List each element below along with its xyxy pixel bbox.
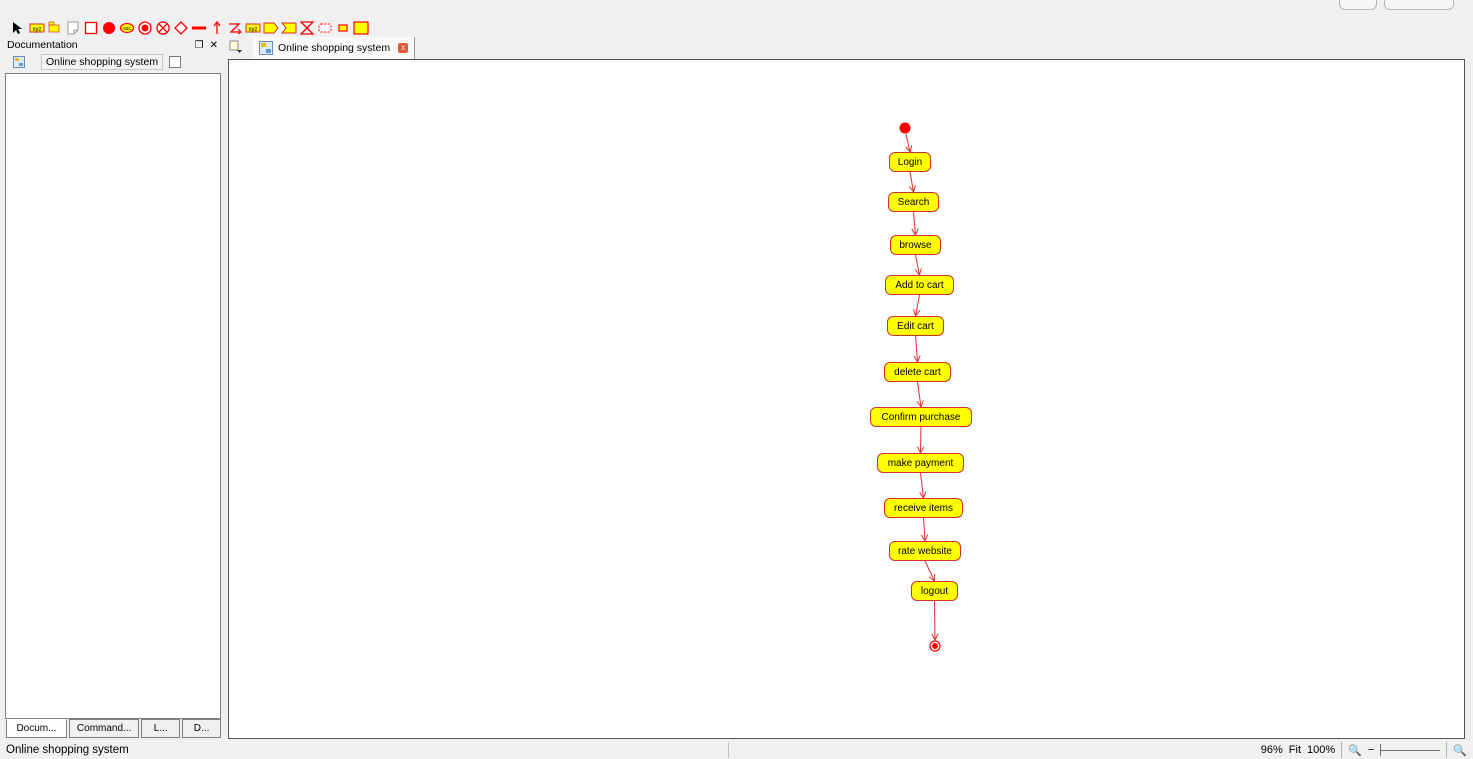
window-top-strip xyxy=(0,0,1473,18)
status-text: Online shopping system xyxy=(6,744,129,756)
panel-bottom-tabs: Docum... Command... L... D... xyxy=(5,719,221,738)
tab-label: Online shopping system xyxy=(278,42,391,54)
documentation-panel-header: Documentation ❐ ✕ xyxy=(5,37,221,53)
control-flow-edge[interactable] xyxy=(916,381,924,409)
control-flow-edge[interactable] xyxy=(913,294,921,318)
action-node[interactable]: receive items xyxy=(884,498,963,518)
control-flow-edge[interactable] xyxy=(913,335,921,364)
action-node[interactable]: rate website xyxy=(889,541,961,561)
label-xyz-icon[interactable]: xyz xyxy=(29,21,45,35)
zoom-in-icon[interactable]: 🔍 xyxy=(1453,744,1467,757)
action-node[interactable]: Search xyxy=(888,192,939,212)
control-flow-edge[interactable] xyxy=(908,171,917,194)
zoom-controls: 96% Fit 100% 🔍 − 🔍 xyxy=(1261,741,1473,759)
svg-text:xyz: xyz xyxy=(249,27,258,33)
action-node[interactable]: browse xyxy=(890,235,941,255)
diagram-edges xyxy=(899,122,941,652)
diagram-icon xyxy=(13,56,25,68)
pin-icon[interactable] xyxy=(336,21,350,35)
zoom-slider[interactable] xyxy=(1380,744,1441,756)
flow-final-icon[interactable] xyxy=(156,20,170,35)
tab-menu-button[interactable] xyxy=(227,38,245,56)
control-flow-edge[interactable] xyxy=(911,211,919,237)
note-icon[interactable] xyxy=(66,21,80,35)
svg-text:xyz: xyz xyxy=(33,27,42,33)
zoom-minus-icon[interactable]: − xyxy=(1368,744,1374,756)
tab-command[interactable]: Command... xyxy=(68,719,140,738)
action-node[interactable]: logout xyxy=(911,581,958,601)
send-signal-icon[interactable] xyxy=(263,21,279,35)
fork-bar-icon[interactable] xyxy=(192,21,206,35)
tab-l[interactable]: L... xyxy=(141,719,181,738)
initial-node[interactable] xyxy=(899,122,911,134)
action-node[interactable]: Login xyxy=(889,152,931,172)
window-button-group[interactable] xyxy=(1384,0,1454,10)
diagram-toolbar: xyz ABC xyz xyxy=(0,18,1473,37)
control-flow-edge[interactable] xyxy=(905,133,913,154)
activity-diagram: Login Search browse Add to cart Edit cart del… xyxy=(229,60,1464,738)
zoom-100-button[interactable]: 100% xyxy=(1307,744,1335,756)
documentation-panel: Documentation ❐ ✕ Online shopping system… xyxy=(5,37,221,740)
accept-time-event-icon[interactable] xyxy=(299,20,315,35)
activity-final-icon[interactable] xyxy=(138,20,152,35)
control-flow-edge[interactable] xyxy=(931,600,939,642)
zoom-percent: 96% xyxy=(1260,744,1283,756)
activity-final-node[interactable] xyxy=(929,640,941,652)
control-flow-edge[interactable] xyxy=(919,472,927,500)
svg-text:ABC: ABC xyxy=(122,26,132,31)
restore-icon[interactable]: ❐ xyxy=(195,40,204,51)
tab-online-shopping-system[interactable]: Online shopping system x xyxy=(253,37,416,59)
control-flow-edge[interactable] xyxy=(924,560,936,582)
package-icon[interactable] xyxy=(48,21,62,35)
interruptible-region-icon[interactable] xyxy=(318,21,332,35)
zoom-fit-button[interactable]: Fit xyxy=(1289,744,1301,756)
activity-diagram-icon xyxy=(259,41,273,55)
window-button[interactable] xyxy=(1339,0,1377,10)
action-node[interactable]: Add to cart xyxy=(885,275,954,295)
close-icon[interactable]: ✕ xyxy=(210,40,218,51)
zoom-out-icon[interactable]: 🔍 xyxy=(1348,744,1362,757)
decision-diamond-icon[interactable] xyxy=(174,20,188,35)
accept-event-icon[interactable] xyxy=(280,21,297,35)
control-flow-edge[interactable] xyxy=(916,426,925,455)
boundary-rectangle-icon[interactable] xyxy=(84,21,98,35)
action-node[interactable]: Confirm purchase xyxy=(870,407,972,427)
control-flow-edge[interactable] xyxy=(920,517,929,543)
element-selector[interactable]: Online shopping system xyxy=(41,54,164,70)
separator xyxy=(1341,742,1343,758)
documentation-element-row: Online shopping system xyxy=(5,53,221,71)
tab-documentation[interactable]: Docum... xyxy=(6,719,67,738)
object-node-xyz-icon[interactable]: xyz xyxy=(245,21,261,35)
separator xyxy=(1446,742,1448,758)
partition-icon[interactable] xyxy=(353,20,369,35)
status-bar: Online shopping system 96% Fit 100% 🔍 − … xyxy=(0,740,1473,759)
documentation-text-area[interactable] xyxy=(5,73,221,719)
tab-list-icon xyxy=(229,40,242,53)
pointer-arrow-icon[interactable] xyxy=(10,21,24,35)
control-flow-edge[interactable] xyxy=(914,254,922,277)
control-flow-icon[interactable] xyxy=(210,20,224,35)
diagram-canvas[interactable]: Login Search browse Add to cart Edit cart del… xyxy=(228,59,1465,739)
html-checkbox[interactable] xyxy=(169,56,182,68)
action-node[interactable]: delete cart xyxy=(884,362,951,382)
documentation-panel-title: Documentation xyxy=(7,39,78,51)
close-tab-icon[interactable]: x xyxy=(398,43,409,53)
object-flow-icon[interactable] xyxy=(228,21,242,35)
action-abc-icon[interactable]: ABC xyxy=(119,21,135,35)
action-node[interactable]: Edit cart xyxy=(887,316,944,336)
initial-node-icon[interactable] xyxy=(102,21,116,35)
tab-d[interactable]: D... xyxy=(182,719,221,738)
status-divider xyxy=(728,742,729,758)
editor-tab-bar: Online shopping system x xyxy=(227,37,1465,59)
action-node[interactable]: make payment xyxy=(877,453,964,473)
